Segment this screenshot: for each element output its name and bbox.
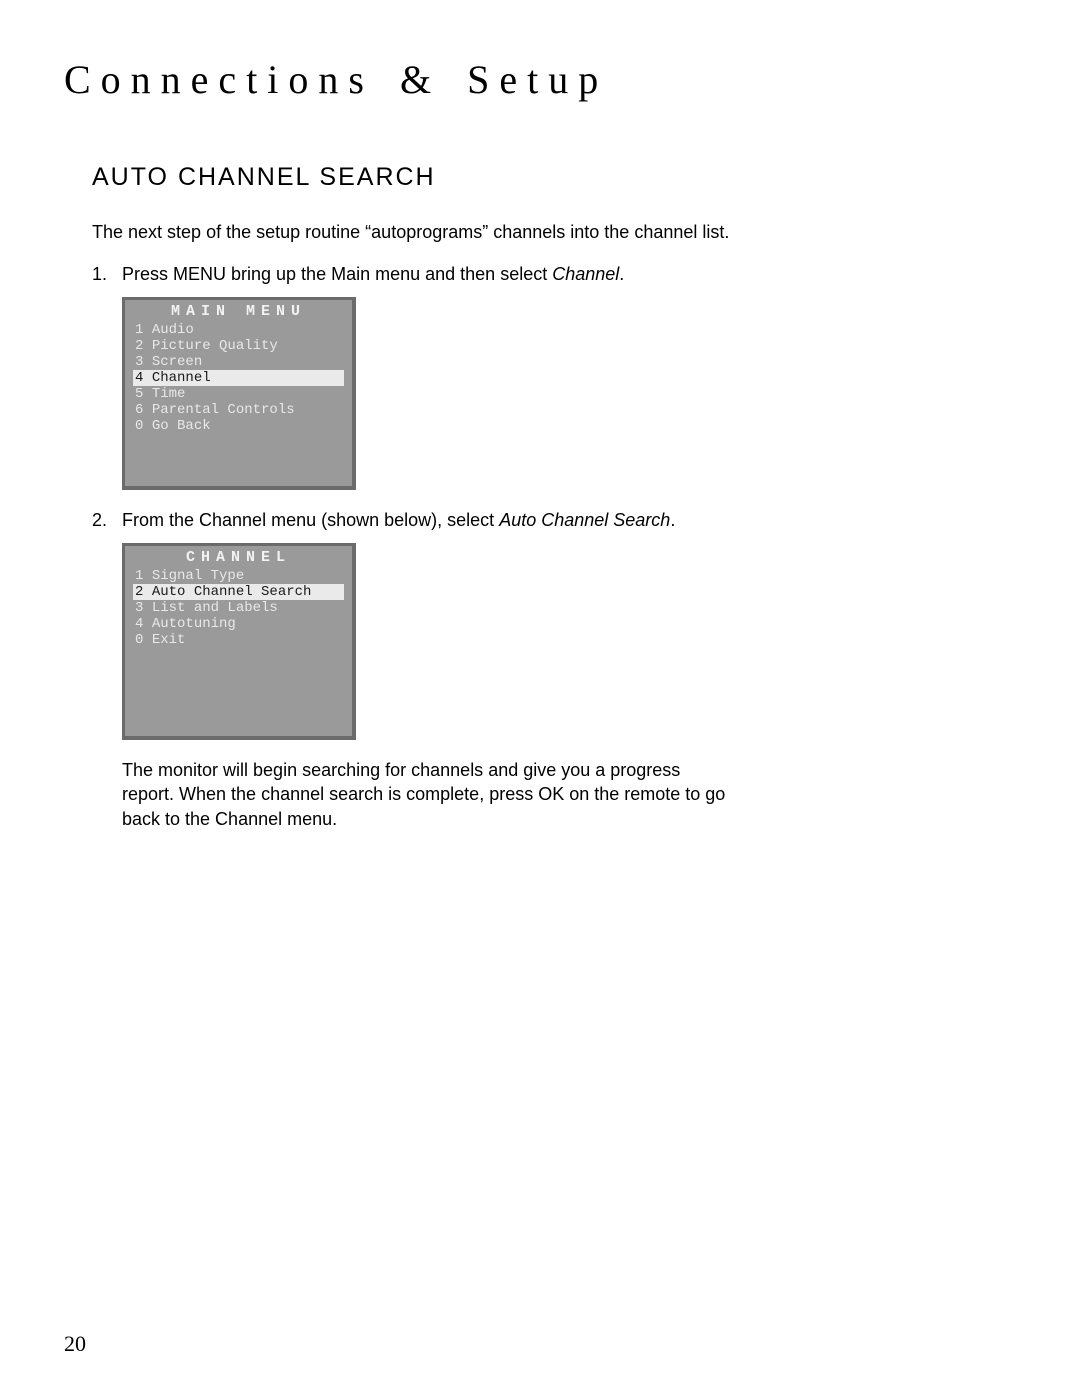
outro-indent — [92, 758, 122, 831]
step-2-text: From the Channel menu (shown below), sel… — [122, 508, 732, 532]
channel-menu-item-autotuning: 4 Autotuning — [133, 616, 344, 632]
main-menu-item-time: 5 Time — [133, 386, 344, 402]
step-2: 2. From the Channel menu (shown below), … — [92, 508, 732, 532]
main-menu-padding — [133, 434, 344, 476]
section-title: AUTO CHANNEL SEARCH — [92, 163, 732, 192]
step-2-number: 2. — [92, 508, 122, 532]
main-menu-body: 1 Audio 2 Picture Quality 3 Screen 4 Cha… — [125, 322, 352, 487]
step-1-pre: Press MENU bring up the Main menu and th… — [122, 264, 552, 284]
step-2-pre: From the Channel menu (shown below), sel… — [122, 510, 499, 530]
main-menu-title: MAIN MENU — [125, 300, 352, 322]
main-menu-frame: MAIN MENU 1 Audio 2 Picture Quality 3 Sc… — [122, 297, 356, 491]
channel-menu-item-signal-type: 1 Signal Type — [133, 568, 344, 584]
step-2-em: Auto Channel Search — [499, 510, 670, 530]
page-number: 20 — [64, 1331, 86, 1357]
main-menu-item-picture-quality: 2 Picture Quality — [133, 338, 344, 354]
channel-menu-item-auto-channel-search: 2 Auto Channel Search — [133, 584, 344, 600]
step-1-post: . — [619, 264, 624, 284]
channel-menu-frame: CHANNEL 1 Signal Type 2 Auto Channel Sea… — [122, 543, 356, 740]
channel-menu-padding — [133, 648, 344, 726]
step-1-number: 1. — [92, 262, 122, 286]
channel-menu-body: 1 Signal Type 2 Auto Channel Search 3 Li… — [125, 568, 352, 736]
channel-menu-screenshot: CHANNEL 1 Signal Type 2 Auto Channel Sea… — [122, 543, 356, 740]
step-1-em: Channel — [552, 264, 619, 284]
chapter-title: Connections & Setup — [64, 56, 1016, 103]
step-2-post: . — [670, 510, 675, 530]
outro-paragraph: The monitor will begin searching for cha… — [122, 758, 732, 831]
step-1-text: Press MENU bring up the Main menu and th… — [122, 262, 732, 286]
step-1: 1. Press MENU bring up the Main menu and… — [92, 262, 732, 286]
channel-menu-item-exit: 0 Exit — [133, 632, 344, 648]
content-body: AUTO CHANNEL SEARCH The next step of the… — [92, 163, 732, 831]
main-menu-item-parental-controls: 6 Parental Controls — [133, 402, 344, 418]
main-menu-screenshot: MAIN MENU 1 Audio 2 Picture Quality 3 Sc… — [122, 297, 356, 491]
intro-paragraph: The next step of the setup routine “auto… — [92, 220, 732, 244]
channel-menu-item-list-and-labels: 3 List and Labels — [133, 600, 344, 616]
channel-menu-title: CHANNEL — [125, 546, 352, 568]
main-menu-item-channel: 4 Channel — [133, 370, 344, 386]
main-menu-item-audio: 1 Audio — [133, 322, 344, 338]
page: Connections & Setup AUTO CHANNEL SEARCH … — [0, 0, 1080, 1397]
main-menu-item-go-back: 0 Go Back — [133, 418, 344, 434]
outro-block: The monitor will begin searching for cha… — [92, 758, 732, 831]
main-menu-item-screen: 3 Screen — [133, 354, 344, 370]
